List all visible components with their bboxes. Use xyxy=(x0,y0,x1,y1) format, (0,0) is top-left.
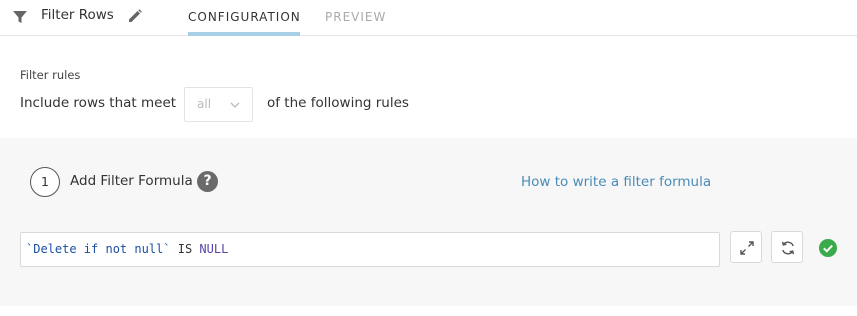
filter-rules-heading: Filter rules xyxy=(20,68,81,82)
header-bar: Filter Rows CONFIGURATION PREVIEW xyxy=(0,0,857,36)
step-label: Add Filter Formula xyxy=(70,173,193,189)
expand-editor-button[interactable] xyxy=(730,231,762,263)
step-number-badge: 1 xyxy=(30,167,60,197)
active-tab-indicator xyxy=(188,32,300,36)
filter-icon xyxy=(13,11,27,23)
formula-value: NULL xyxy=(199,242,229,256)
formula-panel: 1 Add Filter Formula ? How to write a fi… xyxy=(0,138,857,306)
rules-suffix-text: of the following rules xyxy=(267,95,409,111)
formula-text: `Delete if not null` IS NULL xyxy=(26,242,228,256)
rules-prefix-text: Include rows that meet xyxy=(20,95,177,111)
chevron-down-icon xyxy=(230,102,240,108)
page-title: Filter Rows xyxy=(41,7,114,23)
formula-column: `Delete if not null` xyxy=(26,242,171,256)
refresh-icon xyxy=(781,241,795,255)
expand-arrows-icon xyxy=(740,241,754,255)
tab-configuration[interactable]: CONFIGURATION xyxy=(188,10,301,24)
pencil-icon[interactable] xyxy=(127,8,143,24)
tab-preview[interactable]: PREVIEW xyxy=(325,10,386,24)
match-mode-value: all xyxy=(197,97,212,111)
help-link[interactable]: How to write a filter formula xyxy=(521,174,711,190)
formula-operator: IS xyxy=(170,242,200,256)
question-circle-icon[interactable]: ? xyxy=(197,171,218,192)
formula-input[interactable]: `Delete if not null` IS NULL xyxy=(20,232,720,267)
refresh-button[interactable] xyxy=(771,231,803,263)
match-mode-select[interactable]: all xyxy=(184,87,253,122)
check-circle-icon xyxy=(819,239,837,257)
